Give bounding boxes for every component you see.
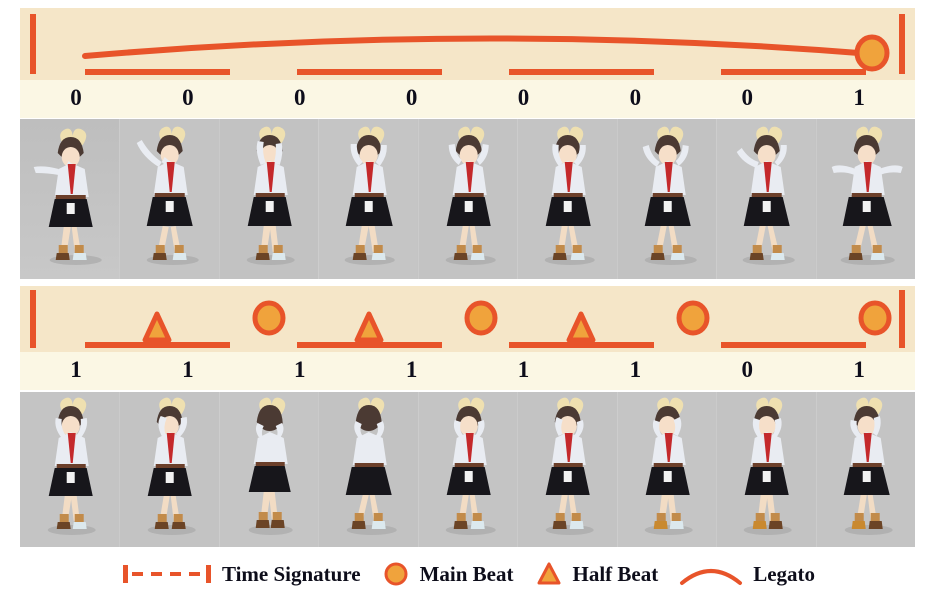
- motion-frame: [517, 392, 617, 547]
- beat-digit: 1: [182, 357, 194, 382]
- motion-frame: [417, 392, 518, 547]
- beat-digit: 0: [741, 357, 753, 382]
- motion-frame: [218, 392, 319, 547]
- notation-marks-1: [30, 14, 905, 75]
- half-beat-marker: [142, 311, 172, 343]
- figure-root: 0 0 0 0 0 0 0 1 1 1 1 1 1 1 0 1 Time Sig…: [0, 0, 936, 611]
- beam-group: [509, 342, 654, 348]
- beam-group: [85, 342, 230, 348]
- notation-strip-2: 1 1 1 1 1 1 0 1: [20, 286, 915, 390]
- beam-group: [721, 69, 866, 75]
- beam-group: [297, 69, 442, 75]
- beat-digit: 0: [405, 85, 418, 110]
- half-beat-marker: [354, 311, 384, 343]
- main-beat-glyph: [384, 562, 408, 586]
- beat-digit: 1: [517, 357, 530, 382]
- main-beat-marker: [464, 300, 498, 336]
- legend-item-main-beat: Main Beat: [381, 559, 514, 589]
- beat-digits-2: 1 1 1 1 1 1 0 1: [20, 358, 915, 381]
- motion-frame: [716, 119, 816, 279]
- main-beat-marker: [858, 300, 892, 336]
- beat-digit: 1: [853, 85, 865, 110]
- motion-frame: [417, 119, 518, 279]
- beat-digit: 1: [405, 357, 418, 382]
- motion-frame: [20, 392, 120, 547]
- legend-label: Time Signature: [221, 561, 361, 586]
- motion-frame: [616, 392, 717, 547]
- beat-digit: 0: [629, 85, 642, 110]
- beat-digit: 1: [70, 357, 82, 382]
- legend-item-time-signature: Time Signature: [121, 562, 361, 587]
- motion-frame: [815, 392, 915, 547]
- beat-digit: 1: [293, 357, 306, 382]
- motion-frame: [318, 392, 418, 547]
- motion-frame: [815, 119, 915, 279]
- motion-frame: [716, 392, 816, 547]
- legend: Time Signature Main Beat Half Beat Legat…: [0, 549, 936, 599]
- legend-label: Half Beat: [572, 561, 659, 586]
- motion-frame: [616, 119, 717, 279]
- legend-label: Main Beat: [419, 561, 514, 586]
- beat-digit: 1: [853, 357, 865, 382]
- legato-glyph: [680, 569, 743, 585]
- frame-strip-2: [20, 392, 915, 547]
- motion-frame: [119, 119, 219, 279]
- beam-group: [721, 342, 866, 348]
- motion-frame: [20, 119, 120, 279]
- main-beat-marker: [252, 300, 286, 336]
- beat-digit: 0: [293, 85, 306, 110]
- time-signature-bar-right: [899, 290, 905, 348]
- beam-group: [85, 69, 230, 75]
- legato-curve: [82, 35, 875, 59]
- beat-digits-1: 0 0 0 0 0 0 0 1: [20, 86, 915, 109]
- main-beat-marker: [676, 300, 710, 336]
- frame-strip-1: [20, 119, 915, 279]
- beat-digit: 1: [629, 357, 642, 382]
- beam-group: [297, 342, 442, 348]
- beat-digit: 0: [741, 85, 753, 110]
- motion-frame: [218, 119, 319, 279]
- motion-frame: [517, 119, 617, 279]
- time-signature-glyph: [122, 565, 211, 583]
- time-signature-bar-right: [899, 14, 905, 74]
- motion-frame: [318, 119, 418, 279]
- half-beat-glyph: [537, 562, 560, 585]
- notation-marks-2: [30, 290, 905, 348]
- main-beat-marker: [854, 34, 890, 72]
- legend-label: Legato: [753, 561, 816, 586]
- time-signature-bar-left: [30, 290, 36, 348]
- beat-digit: 0: [182, 85, 194, 110]
- legend-item-legato: Legato: [678, 561, 815, 587]
- time-signature-bar-left: [30, 14, 36, 74]
- motion-frame: [119, 392, 219, 547]
- beat-digit: 0: [517, 85, 530, 110]
- beat-digit: 0: [70, 85, 82, 110]
- half-beat-marker: [566, 311, 596, 343]
- legend-item-half-beat: Half Beat: [534, 559, 659, 589]
- notation-strip-1: 0 0 0 0 0 0 0 1: [20, 8, 915, 118]
- beam-group: [509, 69, 654, 75]
